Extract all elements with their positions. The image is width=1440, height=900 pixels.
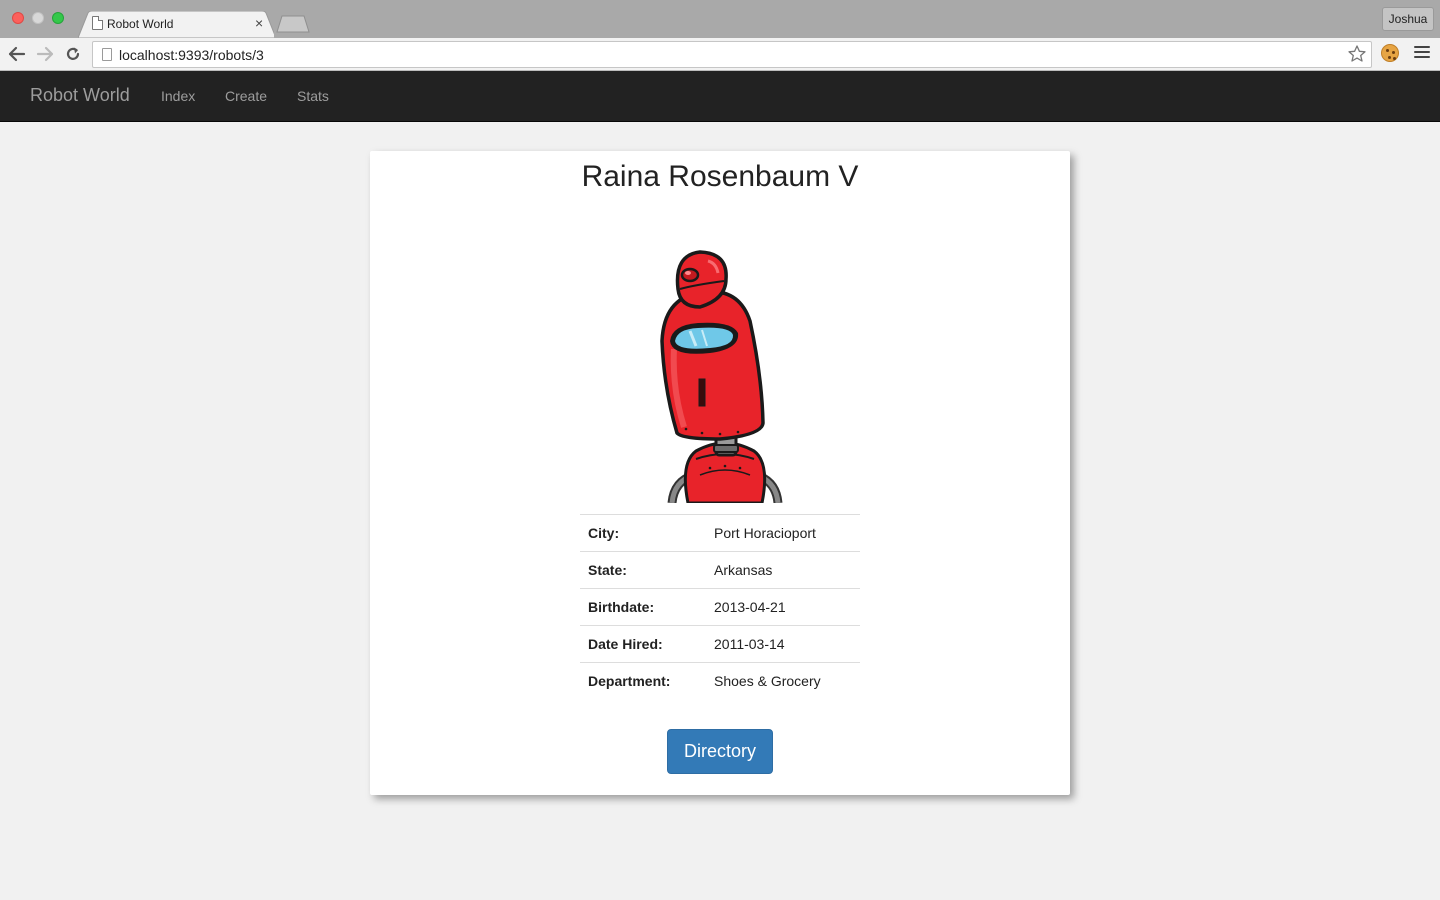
robot-name: Raina Rosenbaum V xyxy=(581,160,859,193)
window-maximize-button[interactable] xyxy=(52,12,64,24)
back-arrow-icon[interactable] xyxy=(7,44,27,64)
robot-card: Raina Rosenbaum V City: Port Horacioport… xyxy=(370,151,1070,795)
directory-button[interactable]: Directory xyxy=(667,729,773,774)
detail-value-department: Shoes & Grocery xyxy=(714,673,821,690)
browser-titlebar: Robot World × Joshua xyxy=(0,0,1440,38)
detail-label-birthdate: Birthdate: xyxy=(588,599,655,615)
tab-title: Robot World xyxy=(107,17,174,31)
detail-label-department: Department: xyxy=(588,673,671,690)
nav-link-stats[interactable]: Stats xyxy=(297,88,329,104)
detail-value-city: Port Horacioport xyxy=(714,525,816,541)
robot-avatar-image xyxy=(650,249,800,503)
reload-icon[interactable] xyxy=(63,44,83,64)
table-row: Date Hired: 2011-03-14 xyxy=(580,625,860,663)
cookie-extension-icon[interactable] xyxy=(1381,44,1399,62)
detail-label-state: State: xyxy=(588,562,627,578)
detail-value-date-hired: 2011-03-14 xyxy=(714,636,785,652)
detail-label-date-hired: Date Hired: xyxy=(588,636,663,652)
browser-toolbar: localhost:9393/robots/3 xyxy=(0,38,1440,71)
table-row: State: Arkansas xyxy=(580,551,860,589)
detail-value-state: Arkansas xyxy=(714,562,773,578)
table-row: Birthdate: 2013-04-21 xyxy=(580,588,860,626)
nav-link-create[interactable]: Create xyxy=(225,88,267,104)
app-navbar: Robot World Index Create Stats xyxy=(0,71,1440,122)
table-row: Department: Shoes & Grocery xyxy=(580,662,860,700)
page-icon xyxy=(102,48,112,61)
bookmark-star-icon[interactable] xyxy=(1347,44,1367,64)
profile-button[interactable]: Joshua xyxy=(1382,7,1434,31)
table-row: City: Port Horacioport xyxy=(580,514,860,552)
detail-value-birthdate: 2013-04-21 xyxy=(714,599,786,615)
window-close-button[interactable] xyxy=(12,12,24,24)
hamburger-menu-icon[interactable] xyxy=(1414,46,1430,60)
brand-link[interactable]: Robot World xyxy=(30,85,130,106)
new-tab-button[interactable] xyxy=(276,15,310,33)
nav-link-index[interactable]: Index xyxy=(161,88,195,104)
window-minimize-button[interactable] xyxy=(32,12,44,24)
robot-details-table: City: Port Horacioport State: Arkansas B… xyxy=(580,514,860,700)
url-text[interactable]: localhost:9393/robots/3 xyxy=(119,47,264,63)
detail-label-city: City: xyxy=(588,525,620,541)
forward-arrow-icon[interactable] xyxy=(35,44,55,64)
tab-close-icon[interactable]: × xyxy=(255,15,263,31)
address-bar[interactable]: localhost:9393/robots/3 xyxy=(92,41,1372,68)
page-icon xyxy=(92,16,103,30)
